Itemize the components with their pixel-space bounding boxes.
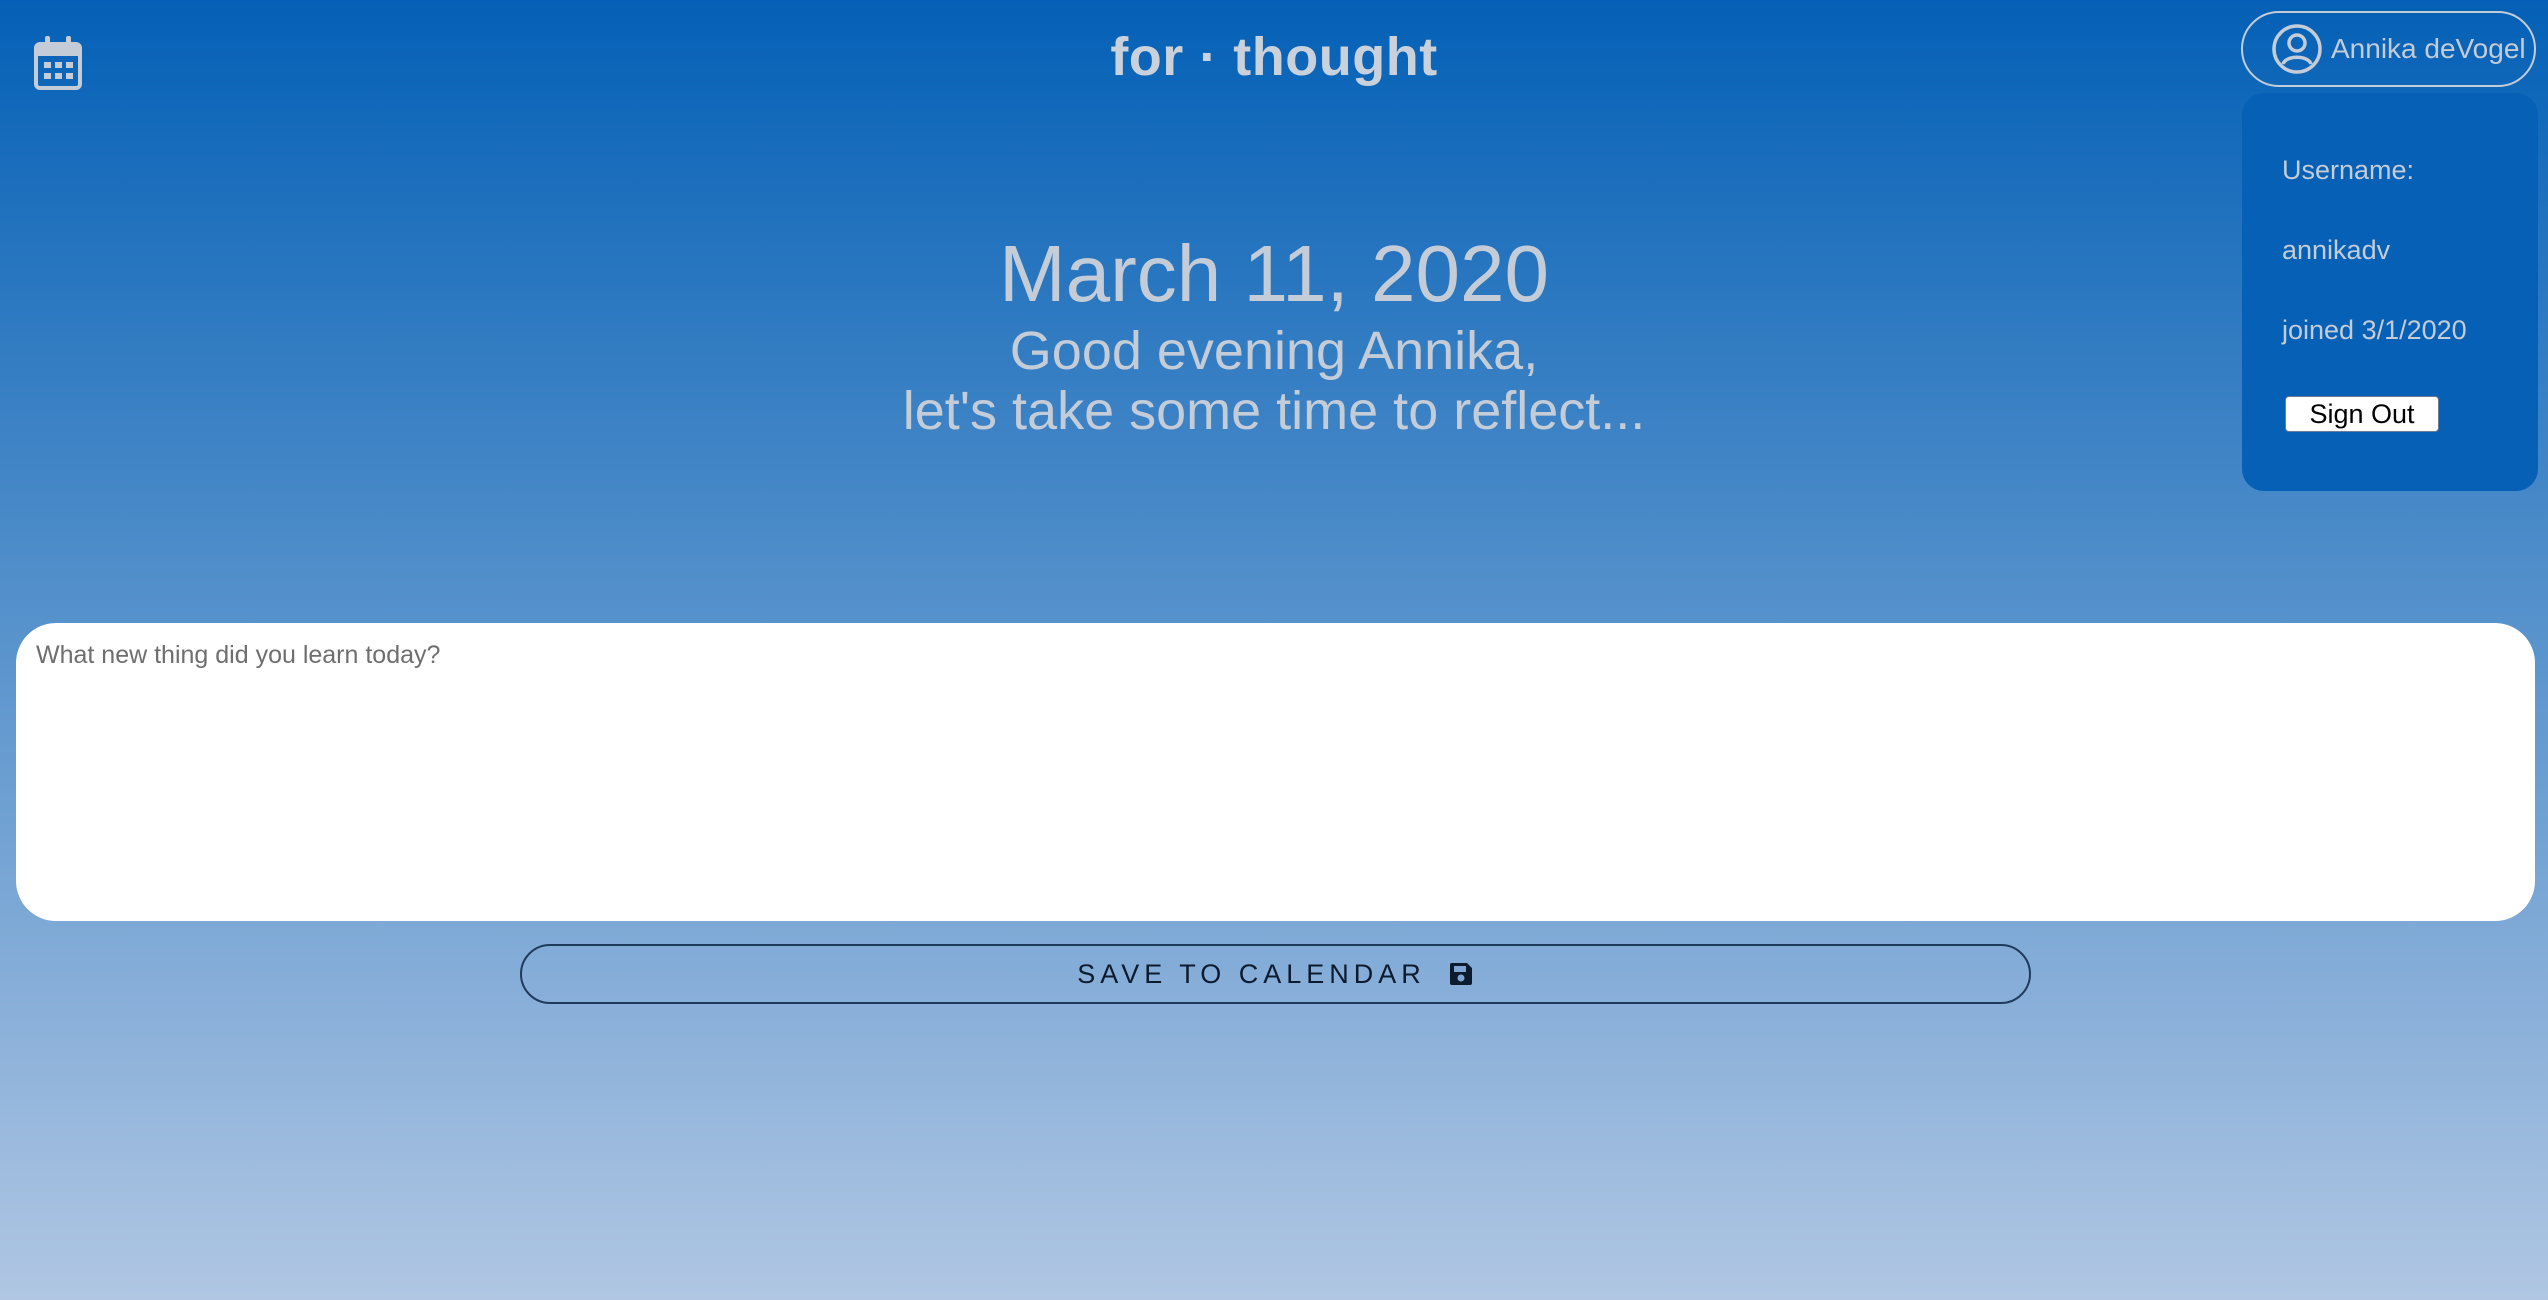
date-heading: March 11, 2020 <box>999 229 1549 318</box>
user-circle-icon <box>2272 24 2322 74</box>
floppy-disk-icon <box>1449 963 1472 985</box>
user-display-name: Annika deVogel <box>2331 33 2526 64</box>
app-title: for · thought <box>1110 27 1438 87</box>
journal-entry-input[interactable] <box>16 623 2535 921</box>
save-button-label: SAVE TO CALENDAR <box>1077 958 1426 989</box>
username-label: Username: <box>2282 155 2415 185</box>
greeting-line-2: let's take some time to reflect... <box>902 381 1646 441</box>
save-to-calendar-button[interactable]: SAVE TO CALENDAR <box>520 944 2031 1004</box>
user-menu-button[interactable]: Annika deVogel <box>2241 11 2536 87</box>
greeting-line-1: Good evening Annika, <box>1009 321 1539 381</box>
